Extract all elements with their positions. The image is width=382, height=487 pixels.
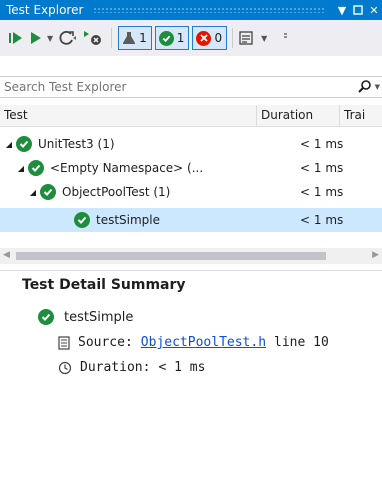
source-link[interactable]: ObjectPoolTest.h <box>141 335 266 350</box>
duration-value: < 1 ms <box>158 360 206 375</box>
total-tests-filter[interactable]: 1 <box>118 26 152 50</box>
refresh-icon <box>59 30 77 45</box>
overflow-icon[interactable] <box>283 27 289 49</box>
tree-row-duration: < 1 ms <box>300 185 344 199</box>
search-box: ▼ <box>0 76 382 98</box>
tree-row-label: ObjectPoolTest (1) <box>62 185 171 199</box>
chevron-down-icon[interactable]: ▼ <box>261 34 267 43</box>
passed-tests-filter[interactable]: 1 <box>154 26 190 50</box>
column-duration[interactable]: Duration <box>257 105 340 126</box>
chevron-down-icon[interactable]: ▼ <box>375 83 380 91</box>
expand-triangle-icon[interactable]: ◢ <box>4 140 14 149</box>
passed-icon <box>28 160 44 176</box>
tree-row-duration: < 1 ms <box>300 161 344 175</box>
passed-icon <box>38 309 54 325</box>
scroll-left-icon[interactable]: ◀ <box>3 250 10 260</box>
clock-icon <box>58 361 72 374</box>
duration-label: Duration: <box>80 360 151 375</box>
failed-count: 0 <box>214 31 223 45</box>
passed-icon <box>40 184 56 200</box>
tree-row[interactable]: ◢ ObjectPoolTest (1) < 1 ms <box>0 180 382 204</box>
cancel-run-button[interactable] <box>83 27 103 49</box>
play-icon <box>31 32 41 44</box>
source-label: Source: <box>78 335 133 350</box>
run-button[interactable]: ▼ <box>30 27 53 49</box>
source-line: line 10 <box>274 335 329 350</box>
scrollbar-thumb[interactable] <box>16 252 326 260</box>
pin-icon[interactable] <box>350 0 366 20</box>
tree-row-duration: < 1 ms <box>300 137 344 151</box>
expand-triangle-icon[interactable]: ◢ <box>28 188 38 197</box>
detail-test-name-row: testSimple <box>38 309 133 325</box>
search-input[interactable] <box>0 79 354 95</box>
toolbar: ▼ 1 1 0 ▼ <box>0 20 382 56</box>
toolbar-separator <box>111 28 113 48</box>
source-file-icon <box>58 335 70 350</box>
tree-row-label: testSimple <box>96 213 161 227</box>
total-count: 1 <box>139 31 147 45</box>
drag-grip[interactable] <box>93 7 326 13</box>
run-all-button[interactable] <box>8 27 24 49</box>
search-icon[interactable]: ▼ <box>354 80 382 94</box>
window-title-bar: Test Explorer ▼ ✕ <box>0 0 382 20</box>
failed-tests-filter[interactable]: 0 <box>192 26 228 50</box>
run-all-icon <box>9 32 22 44</box>
tree-row-label: <Empty Namespace> (... <box>50 161 204 175</box>
playlist-button[interactable]: ▼ <box>239 27 267 49</box>
failed-icon <box>196 30 212 46</box>
tree-row[interactable]: ◢ UnitTest3 (1) < 1 ms <box>0 132 382 156</box>
passed-icon <box>74 212 90 228</box>
playlist-icon <box>239 31 253 45</box>
detail-duration-row: Duration: < 1 ms <box>58 360 205 375</box>
passed-icon <box>158 30 174 46</box>
tree-row-label: UnitTest3 (1) <box>38 137 115 151</box>
expand-triangle-icon[interactable]: ◢ <box>16 164 26 173</box>
chevron-down-icon[interactable]: ▼ <box>47 34 53 43</box>
detail-summary-title: Test Detail Summary <box>22 277 186 293</box>
refresh-button[interactable] <box>59 27 77 49</box>
detail-test-name: testSimple <box>64 309 134 325</box>
column-traits[interactable]: Trai <box>340 105 382 126</box>
tree-row[interactable]: ◢ <Empty Namespace> (... < 1 ms <box>0 156 382 180</box>
passed-count: 1 <box>176 31 185 45</box>
detail-source-row: Source: ObjectPoolTest.h line 10 <box>58 335 329 350</box>
scroll-right-icon[interactable]: ▶ <box>372 250 379 260</box>
cancel-run-icon <box>84 31 102 45</box>
toolbar-separator <box>232 28 234 48</box>
dropdown-icon[interactable]: ▼ <box>334 0 350 20</box>
tree-row-selected[interactable]: testSimple < 1 ms <box>0 208 382 232</box>
passed-icon <box>16 136 32 152</box>
column-test[interactable]: Test <box>0 105 257 126</box>
flask-icon <box>123 32 136 44</box>
tree-row-duration: < 1 ms <box>300 213 344 227</box>
horizontal-scrollbar[interactable]: ◀ ▶ <box>0 248 382 264</box>
column-header: Test Duration Trai <box>0 105 382 127</box>
close-icon[interactable]: ✕ <box>366 0 382 20</box>
window-title: Test Explorer <box>6 3 84 17</box>
panel-splitter[interactable] <box>0 270 382 271</box>
